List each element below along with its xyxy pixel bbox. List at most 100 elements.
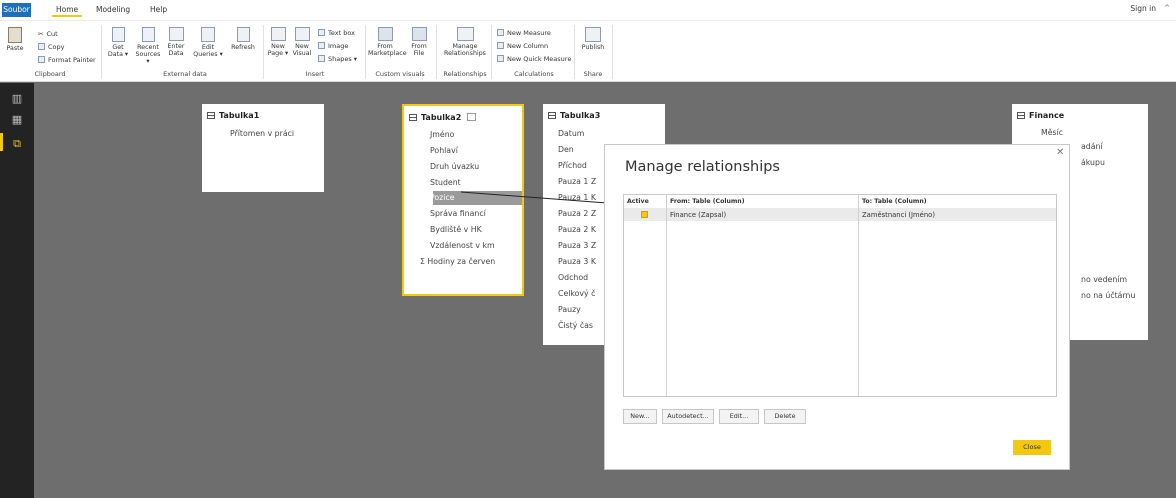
edit-queries-label-1: Edit bbox=[201, 44, 215, 51]
relationships-table: Active From: Table (Column) To: Table (C… bbox=[623, 194, 1057, 397]
publish-label: Publish bbox=[581, 44, 605, 51]
marketplace-label-2: Marketplace bbox=[368, 50, 407, 57]
delete-relationship-button[interactable]: Delete bbox=[764, 409, 806, 424]
manage-relationships-button[interactable]: Manage Relationships bbox=[440, 27, 490, 57]
new-visual-button[interactable]: New Visual bbox=[291, 27, 313, 57]
edit-queries-button[interactable]: Edit Queries ▾ bbox=[193, 27, 223, 58]
shapes-label: Shapes ▾ bbox=[328, 55, 358, 63]
publish-button[interactable]: Publish bbox=[578, 27, 608, 51]
clipboard-group-label: Clipboard bbox=[34, 70, 66, 78]
custom-visuals-group-label: Custom visuals bbox=[375, 70, 425, 78]
tab-soubor[interactable]: Soubor bbox=[2, 3, 31, 17]
new-quick-measure-label: New Quick Measure bbox=[507, 55, 572, 63]
recent-label-1: Recent bbox=[137, 44, 159, 51]
tab-modeling[interactable]: Modeling bbox=[92, 3, 134, 17]
from-marketplace-button[interactable]: From Marketplace bbox=[368, 27, 407, 57]
document-icon bbox=[111, 27, 125, 42]
enter-label-2: Data bbox=[168, 50, 184, 57]
new-measure-button[interactable]: New Measure bbox=[497, 29, 551, 37]
file-label-1: From bbox=[411, 43, 427, 50]
data-view-icon[interactable]: ▦ bbox=[10, 114, 24, 126]
tab-home[interactable]: Home bbox=[52, 3, 83, 17]
text-box-button[interactable]: Text box bbox=[318, 29, 355, 37]
shapes-button[interactable]: Shapes ▾ bbox=[318, 55, 357, 63]
divider bbox=[436, 25, 437, 79]
get-data-button[interactable]: Get Data ▾ bbox=[106, 27, 130, 58]
recent-sources-button[interactable]: Recent Sources ▾ bbox=[134, 27, 162, 65]
calculator-icon bbox=[497, 29, 504, 36]
brush-icon bbox=[38, 56, 45, 63]
publish-icon bbox=[585, 27, 601, 42]
close-icon[interactable]: ✕ bbox=[1056, 147, 1064, 158]
new-column-label: New Column bbox=[507, 42, 549, 50]
collapse-ribbon-icon[interactable]: ^ bbox=[1164, 4, 1170, 12]
new-page-label-1: New bbox=[271, 43, 285, 50]
cut-button[interactable]: ✂ Cut bbox=[38, 30, 58, 38]
text-box-label: Text box bbox=[328, 29, 355, 37]
table-icon bbox=[168, 27, 184, 41]
edit-queries-icon bbox=[201, 27, 215, 42]
copy-label: Copy bbox=[48, 43, 65, 51]
refresh-button[interactable]: Refresh bbox=[228, 27, 258, 51]
enter-label-1: Enter bbox=[167, 43, 185, 50]
new-page-label-2: Page ▾ bbox=[267, 50, 289, 57]
new-relationship-button[interactable]: New... bbox=[623, 409, 657, 424]
from-file-button[interactable]: From File bbox=[408, 27, 430, 57]
menu-bar: Soubor Home Modeling Help Sign in ^ bbox=[0, 0, 1176, 20]
enter-data-button[interactable]: Enter Data bbox=[164, 27, 188, 57]
file-label-2: File bbox=[413, 50, 425, 57]
new-quick-measure-button[interactable]: New Quick Measure bbox=[497, 55, 571, 63]
text-box-icon bbox=[318, 29, 325, 36]
column-header-from: From: Table (Column) bbox=[670, 198, 745, 205]
divider bbox=[612, 25, 613, 79]
view-rail: ▥ ▦ ⧉ bbox=[0, 83, 34, 498]
autodetect-button[interactable]: Autodetect... bbox=[662, 409, 714, 424]
relationships-icon bbox=[456, 27, 474, 41]
tab-help[interactable]: Help bbox=[146, 3, 171, 17]
ribbon: Paste ✂ Cut Copy Format Painter Clipboard… bbox=[0, 20, 1176, 82]
format-painter-button[interactable]: Format Painter bbox=[38, 56, 96, 64]
scissors-icon: ✂ bbox=[38, 30, 44, 38]
get-data-label-2: Data ▾ bbox=[107, 51, 129, 58]
dialog-title: Manage relationships bbox=[625, 159, 780, 175]
from-cell: Finance (Zapsal) bbox=[670, 211, 727, 219]
image-icon bbox=[318, 42, 325, 49]
insert-group-label: Insert bbox=[305, 70, 325, 78]
edit-queries-label-2: Queries ▾ bbox=[193, 51, 223, 58]
divider bbox=[365, 25, 366, 79]
paste-button[interactable]: Paste bbox=[4, 27, 26, 52]
new-page-icon bbox=[270, 27, 286, 41]
recent-document-icon bbox=[141, 27, 155, 42]
shapes-icon bbox=[318, 55, 325, 62]
refresh-icon bbox=[236, 27, 250, 42]
close-button[interactable]: Close bbox=[1013, 440, 1051, 455]
marketplace-label-1: From bbox=[377, 43, 393, 50]
image-button[interactable]: Image bbox=[318, 42, 348, 50]
relationships-view-icon[interactable]: ⧉ bbox=[10, 138, 24, 150]
to-cell: Zaměstnanci (Jméno) bbox=[862, 211, 935, 219]
copy-button[interactable]: Copy bbox=[38, 43, 65, 51]
manage-relationships-dialog: Manage relationships ✕ Active From: Tabl… bbox=[604, 144, 1070, 470]
new-page-button[interactable]: New Page ▾ bbox=[267, 27, 289, 57]
column-header-active: Active bbox=[627, 198, 649, 205]
divider bbox=[263, 25, 264, 79]
file-icon bbox=[411, 27, 427, 41]
refresh-label: Refresh bbox=[231, 44, 255, 51]
new-visual-label-2: Visual bbox=[292, 50, 312, 57]
sign-in-link[interactable]: Sign in bbox=[1130, 4, 1156, 13]
paste-icon bbox=[8, 27, 22, 43]
calculations-group-label: Calculations bbox=[514, 70, 554, 78]
report-view-icon[interactable]: ▥ bbox=[10, 93, 24, 105]
relationships-group-label: Relationships bbox=[443, 70, 487, 78]
active-checkbox[interactable] bbox=[641, 211, 648, 218]
cut-label: Cut bbox=[46, 30, 58, 38]
get-data-label-1: Get bbox=[112, 44, 124, 51]
new-column-button[interactable]: New Column bbox=[497, 42, 548, 50]
edit-relationship-button[interactable]: Edit... bbox=[719, 409, 759, 424]
image-label: Image bbox=[328, 42, 349, 50]
recent-label-2: Sources ▾ bbox=[135, 51, 161, 65]
new-measure-label: New Measure bbox=[507, 29, 551, 37]
column-icon bbox=[497, 42, 504, 49]
divider bbox=[101, 25, 102, 79]
new-visual-label-1: New bbox=[295, 43, 309, 50]
